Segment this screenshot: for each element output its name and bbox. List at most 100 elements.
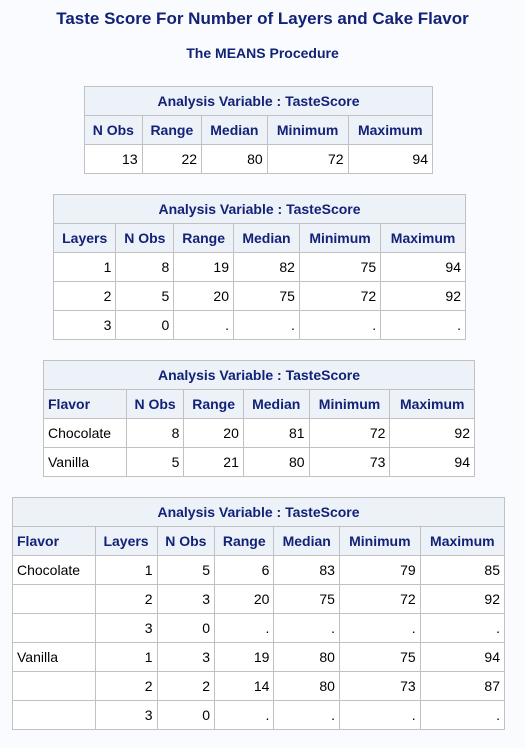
cell: 19 bbox=[173, 252, 234, 282]
cell: 87 bbox=[419, 671, 506, 701]
table-row: 13 22 80 72 94 bbox=[84, 144, 434, 174]
cell: 1 bbox=[94, 555, 158, 585]
cell: 3 bbox=[156, 642, 216, 672]
flavor-layers-summary-section: Analysis Variable : TasteScore Flavor La… bbox=[0, 497, 525, 730]
cell: 92 bbox=[419, 584, 506, 614]
column-header: Maximum bbox=[380, 223, 466, 253]
cell: 3 bbox=[156, 584, 216, 614]
cell: 20 bbox=[183, 418, 244, 448]
cell: 94 bbox=[347, 144, 434, 174]
table-row: 2 3 20 75 72 92 bbox=[12, 584, 506, 614]
cell: . bbox=[298, 310, 382, 340]
cell: . bbox=[419, 700, 506, 730]
cell: . bbox=[173, 310, 234, 340]
cell: 92 bbox=[380, 281, 466, 311]
cell: 94 bbox=[389, 447, 475, 477]
cell bbox=[12, 700, 96, 730]
overall-summary-table: Analysis Variable : TasteScore N Obs Ran… bbox=[84, 86, 434, 174]
cell: 75 bbox=[338, 642, 421, 672]
cell: 94 bbox=[419, 642, 506, 672]
column-header: Range bbox=[214, 526, 275, 556]
table-row: 3 0 . . . . bbox=[52, 310, 466, 340]
table-row: Vanilla 5 21 80 73 94 bbox=[43, 447, 475, 477]
cell: 79 bbox=[338, 555, 421, 585]
cell: 73 bbox=[308, 447, 391, 477]
column-header: Minimum bbox=[298, 223, 382, 253]
cell: 72 bbox=[308, 418, 391, 448]
column-header: Layers bbox=[94, 526, 158, 556]
cell: 22 bbox=[141, 144, 203, 174]
table-caption: Analysis Variable : TasteScore bbox=[84, 86, 433, 116]
cell: 3 bbox=[94, 700, 158, 730]
cell: . bbox=[419, 613, 506, 643]
cell: Vanilla bbox=[43, 447, 127, 477]
cell: 8 bbox=[115, 252, 175, 282]
table-row: Chocolate 1 5 6 83 79 85 bbox=[12, 555, 506, 585]
cell: 21 bbox=[183, 447, 244, 477]
flavor-summary-section: Analysis Variable : TasteScore Flavor N … bbox=[0, 360, 525, 477]
cell: 8 bbox=[125, 418, 185, 448]
cell: 72 bbox=[266, 144, 349, 174]
column-header: Minimum bbox=[266, 115, 349, 145]
cell: 73 bbox=[338, 671, 421, 701]
table-row: Chocolate 8 20 81 72 92 bbox=[43, 418, 475, 448]
cell: . bbox=[214, 613, 275, 643]
cell: 80 bbox=[201, 144, 268, 174]
cell: 20 bbox=[173, 281, 234, 311]
cell: 1 bbox=[52, 252, 117, 282]
cell: . bbox=[214, 700, 275, 730]
cell: 92 bbox=[389, 418, 475, 448]
cell: 94 bbox=[380, 252, 466, 282]
table-row: 2 5 20 75 72 92 bbox=[52, 281, 466, 311]
cell: Chocolate bbox=[43, 418, 127, 448]
cell: . bbox=[273, 700, 340, 730]
table-caption: Analysis Variable : TasteScore bbox=[53, 194, 466, 224]
column-header: N Obs bbox=[84, 115, 143, 145]
column-header: Range bbox=[141, 115, 203, 145]
layers-summary-table: Analysis Variable : TasteScore Layers N … bbox=[52, 194, 466, 340]
cell: Chocolate bbox=[12, 555, 96, 585]
column-header: Range bbox=[173, 223, 234, 253]
report-title: Taste Score For Number of Layers and Cak… bbox=[56, 9, 469, 28]
column-header: Minimum bbox=[308, 389, 391, 419]
cell: 0 bbox=[115, 310, 175, 340]
column-header: N Obs bbox=[125, 389, 185, 419]
cell: 80 bbox=[273, 642, 340, 672]
procedure-title: The MEANS Procedure bbox=[186, 45, 339, 61]
column-header: Median bbox=[232, 223, 300, 253]
flavor-layers-summary-table: Analysis Variable : TasteScore Flavor La… bbox=[12, 497, 506, 730]
cell: 2 bbox=[94, 584, 158, 614]
cell: . bbox=[338, 700, 421, 730]
cell: 75 bbox=[298, 252, 382, 282]
column-header: Median bbox=[201, 115, 268, 145]
cell: 5 bbox=[156, 555, 216, 585]
table-caption: Analysis Variable : TasteScore bbox=[43, 360, 475, 390]
table-row: 3 0 . . . . bbox=[12, 700, 506, 730]
flavor-summary-table: Analysis Variable : TasteScore Flavor N … bbox=[43, 360, 475, 477]
table-row: 3 0 . . . . bbox=[12, 613, 506, 643]
column-header: Layers bbox=[52, 223, 117, 253]
cell: 3 bbox=[52, 310, 117, 340]
cell: 83 bbox=[273, 555, 340, 585]
table-row: 2 2 14 80 73 87 bbox=[12, 671, 506, 701]
overall-summary-section: Analysis Variable : TasteScore N Obs Ran… bbox=[0, 86, 525, 174]
cell: 2 bbox=[94, 671, 158, 701]
cell: . bbox=[232, 310, 300, 340]
column-header: Flavor bbox=[43, 389, 127, 419]
cell: 1 bbox=[94, 642, 158, 672]
cell bbox=[12, 584, 96, 614]
cell: 80 bbox=[242, 447, 310, 477]
cell bbox=[12, 671, 96, 701]
cell: 82 bbox=[232, 252, 300, 282]
cell: 5 bbox=[125, 447, 185, 477]
cell: 14 bbox=[214, 671, 275, 701]
table-row: 1 8 19 82 75 94 bbox=[52, 252, 466, 282]
column-header: N Obs bbox=[156, 526, 216, 556]
layers-summary-section: Analysis Variable : TasteScore Layers N … bbox=[0, 194, 525, 340]
cell: . bbox=[338, 613, 421, 643]
column-header: Median bbox=[242, 389, 310, 419]
cell: 3 bbox=[94, 613, 158, 643]
cell: . bbox=[273, 613, 340, 643]
cell: 5 bbox=[115, 281, 175, 311]
cell: 6 bbox=[214, 555, 275, 585]
